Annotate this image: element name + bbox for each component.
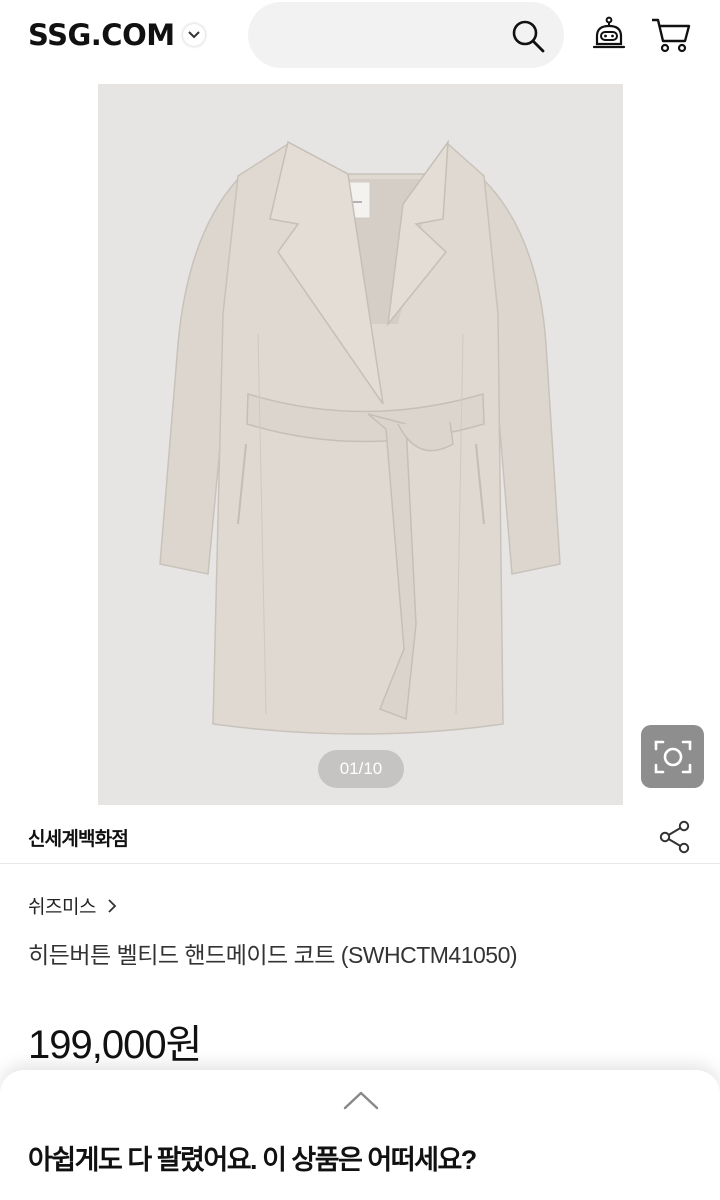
store-name[interactable]: 신세계백화점 [28,824,129,851]
coat-image [159,139,561,735]
share-icon[interactable] [658,820,692,854]
chevron-right-icon [108,898,117,913]
sheet-title: 아쉽게도 다 팔렸어요. 이 상품은 어떠세요? [28,1145,477,1175]
sold-out-sheet: 아쉽게도 다 팔렸어요. 이 상품은 어떠세요? [0,1070,720,1200]
search-bar[interactable] [248,2,564,68]
logo-area[interactable]: SSG.COM [28,18,205,52]
search-icon[interactable] [510,18,546,54]
back-arrow-icon[interactable] [28,116,68,148]
ssg-logo[interactable]: SSG.COM [28,18,175,52]
chevron-down-icon[interactable] [182,24,205,46]
bot-icon[interactable] [590,16,628,54]
image-pager: 01/10 [318,750,404,788]
product-title: 히든버튼 벨티드 핸드메이드 코트 (SWHCTM41050) [28,942,518,968]
camera-search-button[interactable] [641,725,704,788]
store-row: 신세계백화점 [0,806,720,864]
brand-name: 쉬즈미스 [28,897,96,918]
product-price: 199,000원 [28,1023,202,1067]
brand-link[interactable]: 쉬즈미스 [28,892,118,919]
camera-icon [654,740,691,773]
chevron-up-icon[interactable] [343,1090,379,1110]
top-header: SSG.COM [0,0,720,72]
cart-icon[interactable] [650,16,692,54]
product-image[interactable] [98,84,623,805]
